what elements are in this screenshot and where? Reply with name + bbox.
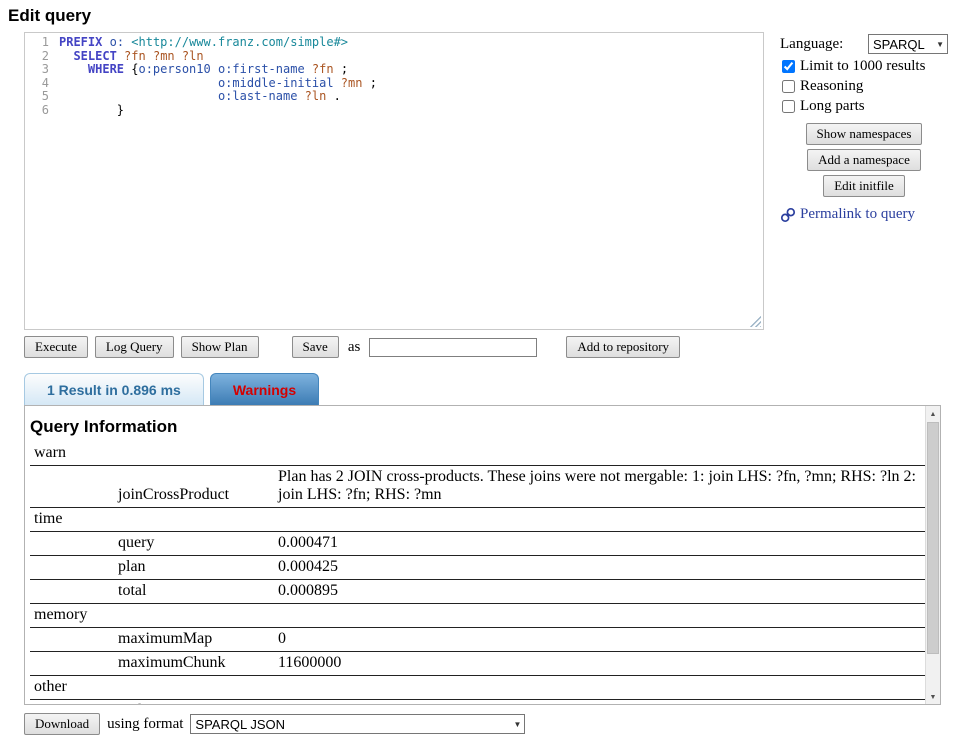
tab-1-result-in-0-896-ms[interactable]: 1 Result in 0.896 ms [24, 373, 204, 405]
code-line: 2 SELECT ?fn ?mn ?ln [25, 50, 763, 64]
line-number: 3 [25, 63, 59, 77]
permalink-chain-icon [780, 207, 796, 223]
add-to-repository-button[interactable]: Add to repository [566, 336, 680, 358]
query-editor-code[interactable]: 1PREFIX o: <http://www.franz.com/simple#… [25, 36, 763, 118]
query-toolbar: Execute Log Query Show Plan Save as Add … [24, 336, 976, 358]
download-bar: Download using format SPARQL JSON ▼ [24, 713, 976, 735]
code-text: SELECT ?fn ?mn ?ln [59, 50, 204, 64]
line-number: 5 [25, 90, 59, 104]
line-number: 2 [25, 50, 59, 64]
result-tabs: 1 Result in 0.896 msWarnings [24, 373, 976, 405]
scroll-up-icon[interactable]: ▲ [926, 406, 940, 421]
line-number: 4 [25, 77, 59, 91]
table-value: select [278, 702, 925, 704]
vertical-scrollbar[interactable]: ▲ ▼ [925, 406, 940, 704]
editor-resize-handle[interactable] [749, 315, 761, 327]
query-information-heading: Query Information [30, 417, 925, 437]
save-name-input[interactable] [369, 338, 537, 357]
table-key: total [118, 582, 278, 600]
checkbox-label: Limit to 1000 results [800, 58, 925, 75]
code-text: o:last-name ?ln . [59, 90, 341, 104]
table-value: Plan has 2 JOIN cross-products. These jo… [278, 468, 925, 504]
line-number: 1 [25, 36, 59, 50]
table-value: 11600000 [278, 654, 925, 672]
table-section-memory: memory [30, 604, 925, 628]
table-key: verb [118, 702, 278, 704]
show-plan-button[interactable]: Show Plan [181, 336, 259, 358]
table-row-maximumchunk: maximumChunk11600000 [30, 652, 925, 676]
code-line: 6 } [25, 104, 763, 118]
query-information-panel: Query Information warnjoinCrossProductPl… [25, 406, 925, 704]
permalink-link[interactable]: Permalink to query [780, 206, 948, 223]
checkbox-reasoning[interactable]: Reasoning [782, 78, 948, 95]
table-key: maximumChunk [118, 654, 278, 672]
scrollbar-thumb[interactable] [927, 422, 939, 654]
edit-initfile-button[interactable]: Edit initfile [823, 175, 905, 197]
save-button[interactable]: Save [292, 336, 339, 358]
language-select[interactable]: SPARQL ▼ [868, 34, 948, 54]
download-button[interactable]: Download [24, 713, 100, 735]
code-text: WHERE {o:person10 o:first-name ?fn ; [59, 63, 348, 77]
edit-query-page: Edit query 1PREFIX o: <http://www.franz.… [0, 6, 976, 735]
save-as-label: as [348, 339, 361, 356]
checkbox-label: Reasoning [800, 78, 863, 95]
table-row-query: query0.000471 [30, 532, 925, 556]
code-line: 5 o:last-name ?ln . [25, 90, 763, 104]
checkbox-long-parts[interactable]: Long parts [782, 98, 948, 115]
table-value: 0.000895 [278, 582, 925, 600]
code-line: 1PREFIX o: <http://www.franz.com/simple#… [25, 36, 763, 50]
scroll-down-icon[interactable]: ▼ [926, 689, 940, 704]
table-value: 0.000471 [278, 534, 925, 552]
table-key: joinCrossProduct [118, 486, 278, 504]
table-row-maximummap: maximumMap0 [30, 628, 925, 652]
page-title: Edit query [8, 6, 976, 26]
table-key: maximumMap [118, 630, 278, 648]
query-editor[interactable]: 1PREFIX o: <http://www.franz.com/simple#… [24, 32, 764, 330]
table-value: 0.000425 [278, 558, 925, 576]
table-key: plan [118, 558, 278, 576]
checkbox-input-reasoning[interactable] [782, 80, 795, 93]
table-value: 0 [278, 630, 925, 648]
dropdown-arrow-icon: ▼ [936, 40, 944, 49]
table-section-other: other [30, 676, 925, 700]
option-checkboxes: Limit to 1000 results Reasoning Long parts [780, 58, 948, 115]
tab-warnings[interactable]: Warnings [210, 373, 319, 405]
format-select-value: SPARQL JSON [195, 717, 285, 732]
table-row-joincrossproduct: joinCrossProductPlan has 2 JOIN cross-pr… [30, 466, 925, 508]
show-namespaces-button[interactable]: Show namespaces [806, 123, 923, 145]
log-query-button[interactable]: Log Query [95, 336, 174, 358]
checkbox-input-limit-to-1000-results[interactable] [782, 60, 795, 73]
permalink-label: Permalink to query [800, 206, 915, 223]
code-line: 4 o:middle-initial ?mn ; [25, 77, 763, 91]
table-row-total: total0.000895 [30, 580, 925, 604]
query-information-table: warnjoinCrossProductPlan has 2 JOIN cros… [30, 442, 925, 704]
query-options-panel: Language: SPARQL ▼ Limit to 1000 results… [780, 32, 948, 223]
line-number: 6 [25, 104, 59, 118]
table-key: query [118, 534, 278, 552]
table-row-plan: plan0.000425 [30, 556, 925, 580]
checkbox-limit-to-1000-results[interactable]: Limit to 1000 results [782, 58, 948, 75]
checkbox-label: Long parts [800, 98, 865, 115]
language-label: Language: [780, 36, 843, 53]
namespace-buttons: Show namespaces Add a namespace Edit initf… [780, 123, 948, 197]
table-section-time: time [30, 508, 925, 532]
using-format-label: using format [107, 716, 183, 733]
table-section-warn: warn [30, 442, 925, 466]
format-select[interactable]: SPARQL JSON ▼ [190, 714, 525, 734]
add-a-namespace-button[interactable]: Add a namespace [807, 149, 921, 171]
code-text: } [59, 104, 124, 118]
code-text: PREFIX o: <http://www.franz.com/simple#> [59, 36, 348, 50]
results-panel: Query Information warnjoinCrossProductPl… [24, 405, 941, 705]
execute-button[interactable]: Execute [24, 336, 88, 358]
checkbox-input-long-parts[interactable] [782, 100, 795, 113]
table-row-verb: verbselect [30, 700, 925, 704]
language-select-value: SPARQL [873, 37, 925, 52]
code-text: o:middle-initial ?mn ; [59, 77, 377, 91]
code-line: 3 WHERE {o:person10 o:first-name ?fn ; [25, 63, 763, 77]
dropdown-arrow-icon: ▼ [514, 720, 522, 729]
